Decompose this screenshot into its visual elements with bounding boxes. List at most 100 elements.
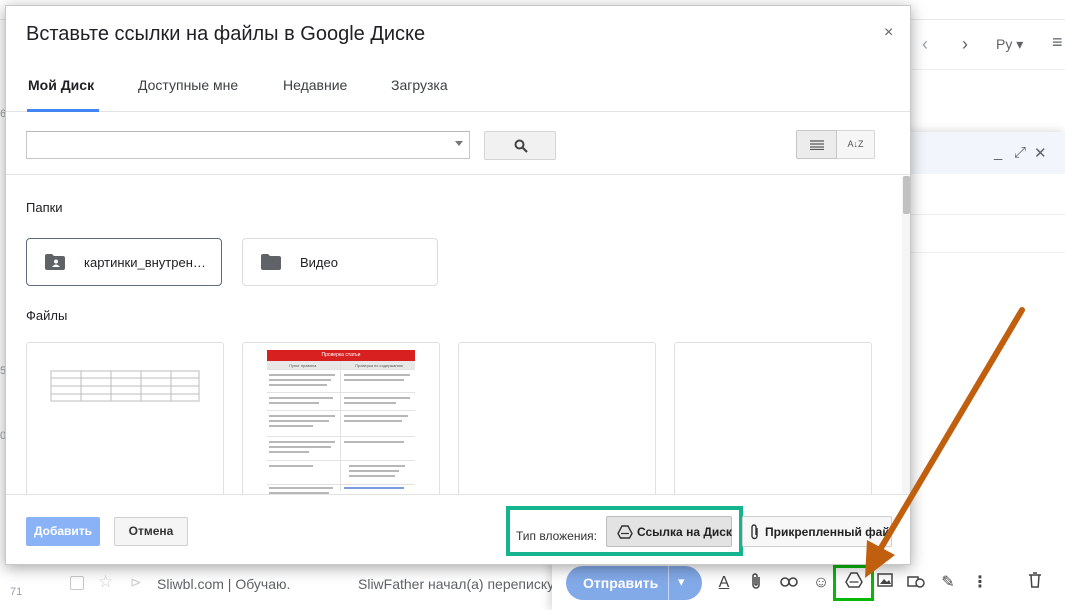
- doc-text-line: [344, 420, 402, 422]
- gmail-toolbar: ‹ › Ру ▾ ≡: [912, 20, 1065, 70]
- row-number: 71: [10, 586, 23, 598]
- email-row[interactable]: 71 ☆ ⊳ Sliwbl.com | Обучаю. SliwFather н…: [0, 566, 560, 602]
- send-divider: [668, 566, 669, 600]
- attach-icon[interactable]: [745, 572, 767, 594]
- doc-text-line: [269, 451, 309, 453]
- row-checkbox[interactable]: [70, 576, 84, 590]
- spreadsheet-preview: [50, 370, 200, 402]
- doc-text-line: [344, 402, 396, 404]
- shared-folder-icon: [45, 254, 65, 270]
- confidential-mode-icon[interactable]: [905, 572, 927, 594]
- doc-text-line: [349, 465, 405, 467]
- file-browser: Папки картинки_внутренние Видео Файлы Пр…: [6, 176, 910, 494]
- menu-icon[interactable]: ≡: [1052, 32, 1063, 53]
- doc-text-line: [269, 384, 327, 386]
- folders-heading: Папки: [26, 200, 63, 215]
- drive-link-label: Ссылка на Диск: [637, 525, 732, 539]
- search-options-dropdown-icon[interactable]: [455, 141, 463, 146]
- paperclip-icon: [751, 524, 758, 540]
- sort-button[interactable]: A↓Z: [837, 130, 875, 159]
- language-selector[interactable]: Ру ▾: [996, 36, 1023, 53]
- drive-picker-dialog: Вставьте ссылки на файлы в Google Диске …: [5, 5, 911, 565]
- active-tab-indicator: [27, 109, 99, 112]
- folder-name: Видео: [300, 255, 338, 270]
- doc-link-line: [344, 487, 404, 489]
- close-icon[interactable]: ×: [884, 24, 893, 42]
- doc-preview-col1: Пункт правила: [289, 363, 317, 368]
- folder-item[interactable]: картинки_внутренние: [26, 238, 222, 286]
- dialog-title: Вставьте ссылки на файлы в Google Диске: [26, 23, 426, 45]
- search-button[interactable]: [484, 131, 556, 160]
- search-icon: [514, 139, 528, 153]
- google-drive-icon: [617, 525, 633, 539]
- link-icon[interactable]: [778, 572, 800, 594]
- folder-item[interactable]: Видео: [242, 238, 438, 286]
- insert-photo-icon[interactable]: [874, 572, 896, 594]
- search-field[interactable]: [26, 131, 470, 159]
- doc-text-line: [349, 475, 395, 477]
- file-thumbnail[interactable]: [674, 342, 872, 494]
- doc-text-line: [269, 415, 335, 417]
- scrollbar-track[interactable]: [902, 176, 910, 494]
- attachment-type-label: Тип вложения:: [516, 529, 597, 543]
- file-thumbnail[interactable]: [458, 342, 656, 494]
- attached-file-button[interactable]: Прикрепленный файл: [742, 516, 892, 547]
- scrollbar-thumb[interactable]: [903, 176, 910, 214]
- language-label: Ру: [996, 36, 1013, 52]
- doc-text-line: [344, 397, 410, 399]
- drive-icon-highlight: [833, 565, 874, 601]
- trash-icon[interactable]: [1024, 572, 1046, 594]
- sort-az-icon: A↓Z: [847, 139, 864, 149]
- list-view-icon: [810, 140, 824, 150]
- doc-preview-col2: Проверка по содержанию: [355, 363, 403, 368]
- send-button[interactable]: Отправить ▾: [566, 566, 702, 600]
- send-options-icon[interactable]: ▾: [678, 574, 685, 590]
- chevron-right-icon[interactable]: ›: [962, 34, 968, 55]
- drive-link-button[interactable]: Ссылка на Диск: [606, 516, 732, 547]
- tab-upload[interactable]: Загрузка: [391, 77, 448, 93]
- list-view-button[interactable]: [796, 130, 837, 159]
- tab-shared-with-me[interactable]: Доступные мне: [138, 77, 238, 93]
- minimize-icon[interactable]: _: [994, 144, 1002, 161]
- doc-text-line: [344, 441, 404, 443]
- doc-preview-title: Проверка статьи: [267, 350, 415, 361]
- doc-text-line: [269, 487, 333, 489]
- doc-text-line: [269, 425, 313, 427]
- doc-text-line: [344, 374, 410, 376]
- doc-text-line: [269, 446, 331, 448]
- folder-icon: [261, 254, 281, 270]
- chevron-left-icon[interactable]: ‹: [922, 34, 928, 55]
- cancel-button[interactable]: Отмена: [114, 517, 188, 546]
- signature-pen-icon[interactable]: ✎: [937, 572, 959, 594]
- folder-name: картинки_внутренние: [84, 255, 210, 270]
- doc-text-line: [269, 465, 313, 467]
- send-label: Отправить: [583, 575, 659, 591]
- dialog-footer: Добавить Отмена Тип вложения: Ссылка на …: [6, 494, 910, 564]
- text-format-icon[interactable]: A: [713, 572, 735, 594]
- file-thumbnail-spreadsheet[interactable]: [26, 342, 224, 494]
- email-sender: Sliwbl.com | Обучаю.: [157, 576, 291, 592]
- attached-file-label: Прикрепленный файл: [765, 525, 892, 539]
- doc-text-line: [269, 379, 331, 381]
- tab-recent[interactable]: Недавние: [283, 77, 347, 93]
- doc-text-line: [269, 402, 319, 404]
- doc-text-line: [269, 441, 335, 443]
- search-input[interactable]: [27, 132, 427, 158]
- more-options-icon[interactable]: ⋮: [969, 572, 991, 594]
- add-button[interactable]: Добавить: [26, 517, 100, 546]
- important-marker-icon[interactable]: ⊳: [130, 574, 142, 591]
- doc-text-line: [269, 420, 329, 422]
- doc-text-line: [344, 379, 404, 381]
- doc-text-line: [349, 470, 399, 472]
- doc-text-line: [269, 374, 335, 376]
- file-thumbnail-document[interactable]: Проверка статьи Пункт правила Проверка п…: [242, 342, 440, 494]
- star-icon[interactable]: ☆: [98, 572, 113, 592]
- fullscreen-icon[interactable]: ⤢: [1014, 144, 1026, 161]
- tab-bar: Мой Диск Доступные мне Недавние Загрузка: [6, 66, 910, 112]
- doc-text-line: [269, 397, 333, 399]
- doc-preview-header-row: Пункт правила Проверка по содержанию: [267, 361, 415, 370]
- close-icon[interactable]: ✕: [1034, 144, 1047, 162]
- search-bar: A↓Z: [6, 113, 910, 175]
- tab-my-drive[interactable]: Мой Диск: [28, 77, 94, 93]
- emoji-icon[interactable]: ☺: [810, 572, 832, 594]
